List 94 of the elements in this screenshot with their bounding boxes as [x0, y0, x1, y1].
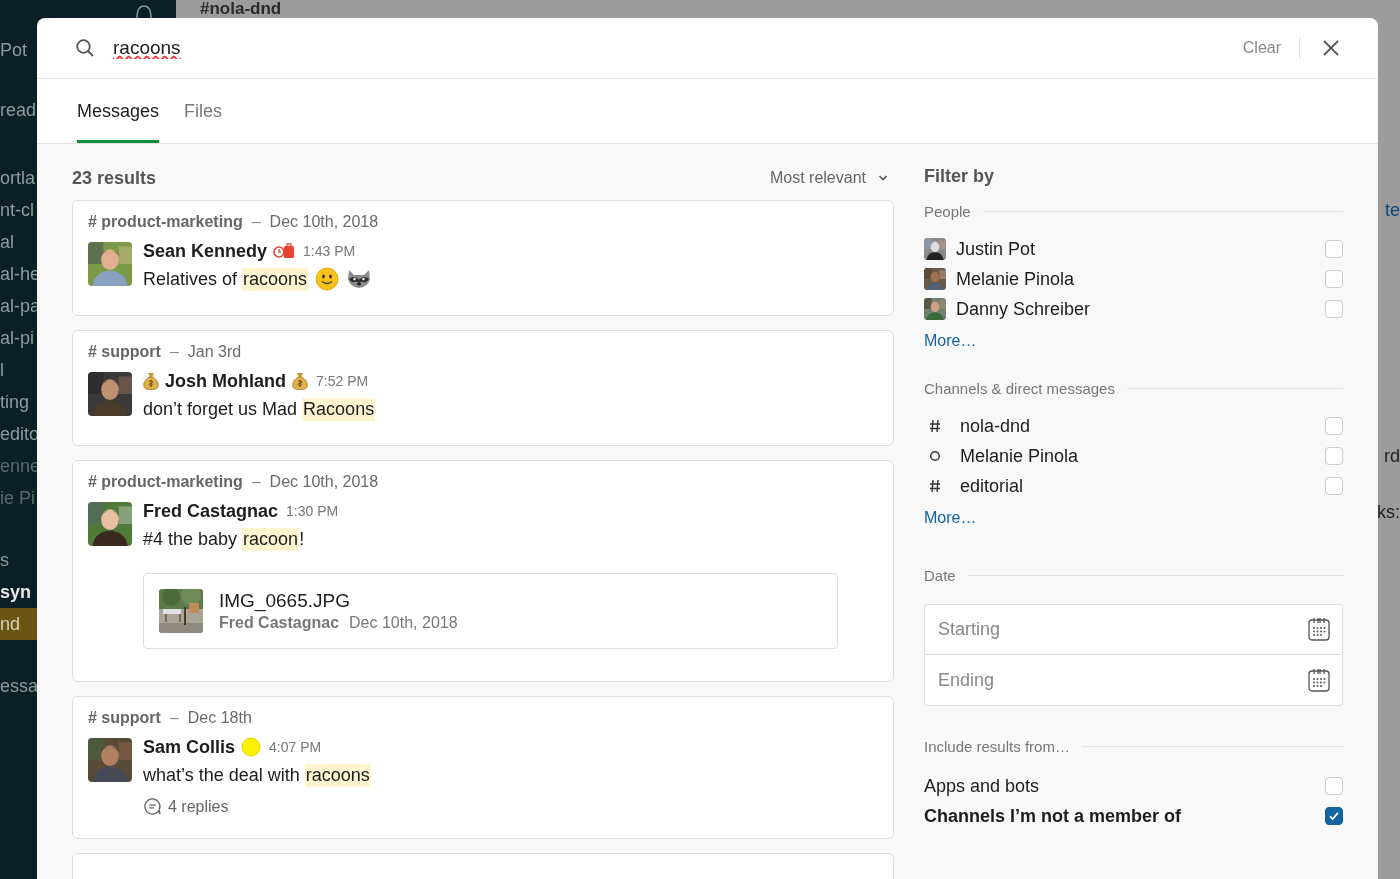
search-match: racoon: [242, 527, 300, 551]
money-bag-icon: [143, 372, 159, 390]
author-name[interactable]: Josh Mohland: [165, 370, 286, 392]
separator: –: [251, 213, 261, 231]
message-time: 1:43 PM: [303, 243, 356, 259]
sidebar-item[interactable]: ting: [0, 386, 30, 418]
search-icon: [75, 38, 95, 58]
message-text: what’s the deal with: [143, 764, 301, 786]
sidebar-item[interactable]: essa: [0, 670, 39, 702]
message-card[interactable]: # support – Dec 18th Sam Collis 4:07 PM what’s the deal with racoons 4 replies: [72, 696, 894, 839]
hash-icon: [929, 479, 941, 493]
separator: –: [169, 343, 179, 361]
sidebar-item[interactable]: al-he: [0, 258, 41, 290]
search-match: racoons: [242, 267, 309, 291]
message-text: Relatives of: [143, 268, 239, 290]
message-text: #4 the baby: [143, 528, 239, 550]
message-text: don’t forget us Mad: [143, 398, 299, 420]
raccoon-icon: [346, 268, 373, 290]
sidebar-item[interactable]: l: [0, 354, 4, 386]
author-name[interactable]: Fred Castagnac: [143, 500, 279, 522]
search-field[interactable]: racoons: [113, 37, 1225, 59]
file-name: IMG_0665.JPG: [219, 590, 351, 612]
checkbox[interactable]: [1325, 807, 1343, 825]
author-name[interactable]: Sean Kennedy: [143, 240, 268, 262]
channel-name[interactable]: # support: [88, 343, 161, 361]
message-date: Jan 3rd: [187, 343, 242, 361]
person-name[interactable]: Melanie Pinola: [956, 268, 1315, 290]
link[interactable]: te: [1385, 200, 1400, 221]
section-heading: Date: [924, 567, 956, 584]
sidebar-item[interactable]: s: [0, 544, 9, 576]
sidebar-item[interactable]: al: [0, 226, 14, 258]
channel-name[interactable]: nola-dnd: [960, 415, 1315, 437]
date-field[interactable]: Starting: [924, 604, 1343, 655]
channel-name[interactable]: editorial: [960, 475, 1315, 497]
date-field[interactable]: Ending: [924, 655, 1343, 706]
separator: –: [251, 473, 261, 491]
file-date: Dec 10th, 2018: [349, 614, 458, 632]
close-icon[interactable]: [1322, 39, 1340, 57]
sidebar-item[interactable]: nt-cl: [0, 194, 34, 226]
speech-bubble-icon: [143, 797, 162, 816]
section-heading: People: [924, 203, 971, 220]
sidebar-item[interactable]: edito: [0, 418, 40, 450]
search-match: racoons: [304, 763, 371, 787]
channel-name[interactable]: # product-marketing: [88, 473, 243, 491]
channel-name[interactable]: # support: [88, 709, 161, 727]
more-link[interactable]: More…: [924, 509, 977, 527]
tab[interactable]: Files: [184, 79, 223, 143]
section-heading: Channels & direct messages: [924, 380, 1115, 397]
sidebar-item[interactable]: read: [0, 94, 37, 126]
separator: –: [169, 709, 179, 727]
author-name[interactable]: Sam Collis: [143, 736, 236, 758]
search-match: Racoons: [302, 397, 376, 421]
chevron-down-icon: [878, 174, 888, 182]
message-date: Dec 18th: [187, 709, 252, 727]
channel-title: #nola-dnd: [200, 0, 282, 18]
option-label: Channels I’m not a member of: [924, 805, 1182, 827]
message-text: !: [299, 528, 305, 550]
message-card[interactable]: # product-marketing – Dec 10th, 2018 Fred Castagnac 1:30 PM #4 the baby racoon! IMG_0665.JPG Fred Castagnac Dec 10th, 2018: [72, 460, 894, 682]
presence-icon: [929, 450, 941, 462]
message-time: 4:07 PM: [269, 739, 322, 755]
section-heading: Include results from…: [924, 738, 1070, 755]
channel-name[interactable]: # product-marketing: [88, 213, 243, 231]
smiley-icon: [315, 267, 340, 291]
message-time: 1:30 PM: [286, 503, 339, 519]
calendar-icon[interactable]: [1308, 668, 1330, 692]
sidebar-item[interactable]: Pot: [0, 34, 28, 66]
more-link[interactable]: More…: [924, 332, 977, 350]
person-name[interactable]: Danny Schreiber: [956, 298, 1315, 320]
money-bag-icon: [292, 372, 308, 390]
sort-dropdown[interactable]: Most relevant: [769, 169, 894, 187]
hash-icon: [929, 419, 941, 433]
message-text: rd: [1384, 446, 1400, 467]
calendar-icon[interactable]: [1308, 617, 1330, 641]
result-count: 23 results: [72, 167, 157, 189]
clear-button[interactable]: Clear: [1242, 39, 1281, 57]
option-label: Apps and bots: [924, 775, 1040, 797]
sidebar-item[interactable]: al-pi: [0, 322, 34, 354]
file-author: Fred Castagnac: [219, 614, 340, 632]
person-name[interactable]: Justin Pot: [956, 238, 1315, 260]
replies-link[interactable]: 4 replies: [143, 797, 229, 816]
sidebar-item[interactable]: syn: [0, 576, 32, 608]
message-card[interactable]: # support – Jan 3rd Josh Mohland 7:52 PM don’t forget us Mad Racoons: [72, 330, 894, 446]
file-attachment[interactable]: IMG_0665.JPG Fred Castagnac Dec 10th, 2018: [143, 573, 838, 649]
channel-name[interactable]: Melanie Pinola: [960, 445, 1315, 467]
message-text: ks:: [1377, 502, 1400, 523]
status-dot-icon: [241, 737, 262, 757]
suitcase-clock-icon: [273, 243, 296, 259]
sidebar-item[interactable]: ortla: [0, 162, 35, 194]
message-date: Dec 10th, 2018: [269, 473, 379, 491]
message-card[interactable]: # product-marketing – Dec 10th, 2018 Sean Kennedy 1:43 PM Relatives of racoons: [72, 200, 894, 316]
message-date: Dec 10th, 2018: [269, 213, 379, 231]
message-time: 7:52 PM: [316, 373, 369, 389]
filter-title: Filter by: [924, 166, 994, 187]
sidebar-item[interactable]: enne: [0, 450, 41, 482]
